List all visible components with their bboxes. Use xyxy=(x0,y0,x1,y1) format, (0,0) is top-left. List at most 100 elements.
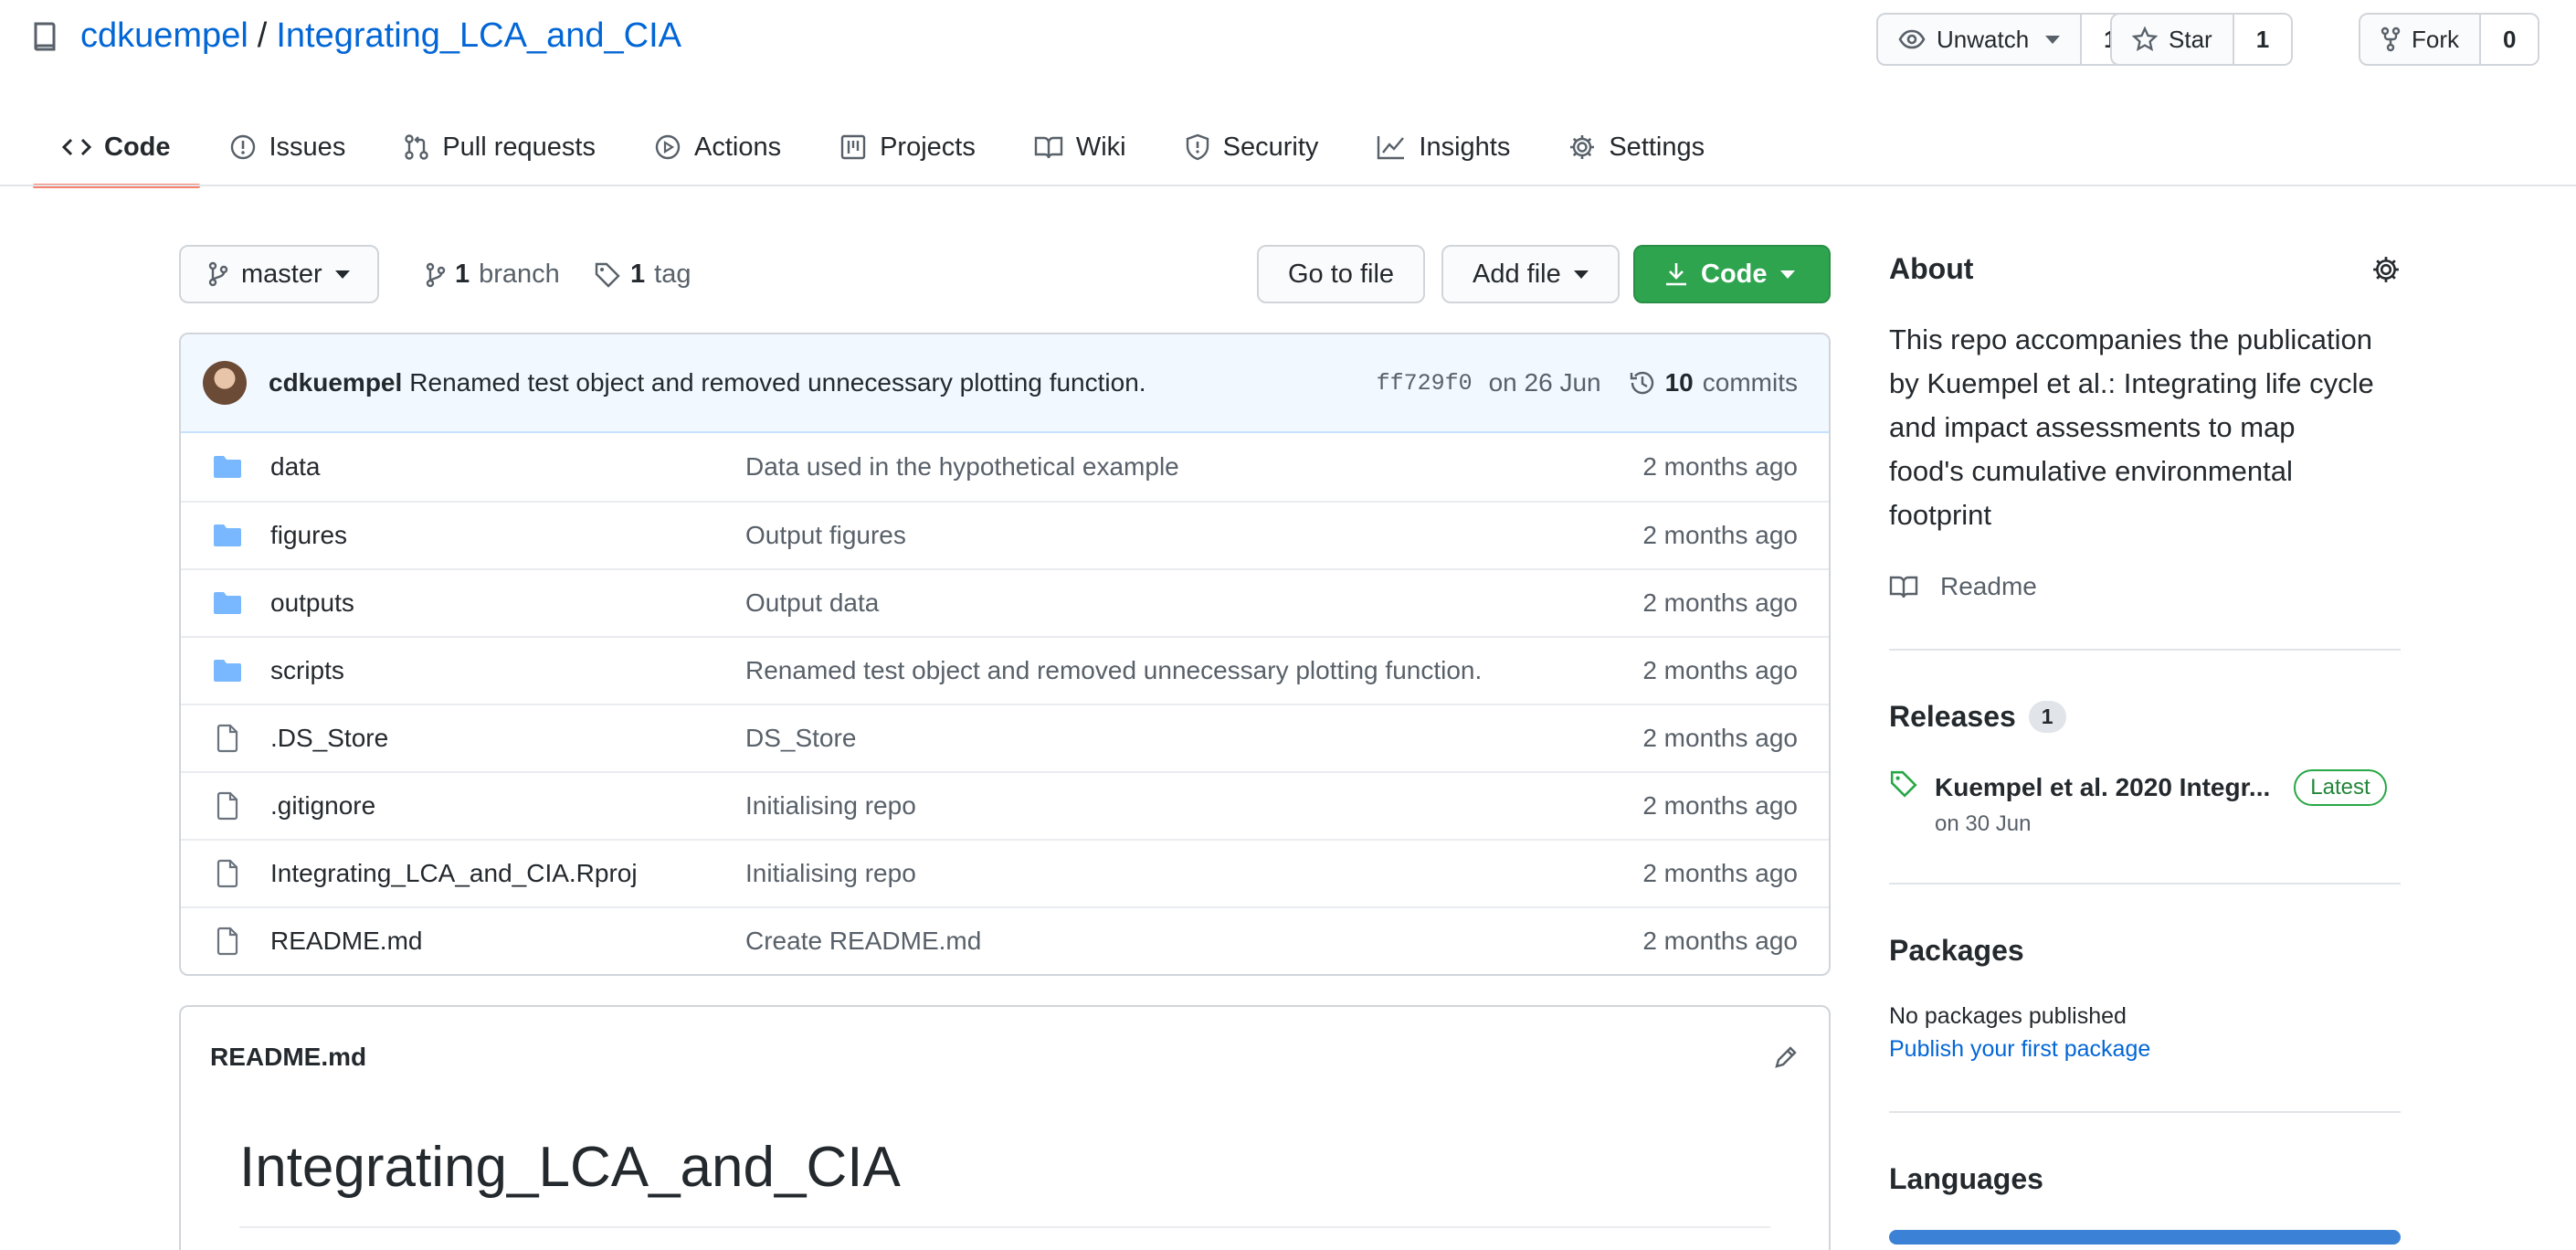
file-name[interactable]: .gitignore xyxy=(270,791,745,821)
file-age: 2 months ago xyxy=(1642,656,1798,684)
branches-link[interactable]: 1 branch xyxy=(426,260,560,290)
tab-pull-requests[interactable]: Pull requests xyxy=(375,106,625,188)
file-commit-message[interactable]: Create README.md xyxy=(745,927,1642,956)
go-to-file-button[interactable]: Go to file xyxy=(1257,245,1426,303)
tab-insights[interactable]: Insights xyxy=(1347,106,1539,188)
file-commit-message[interactable]: Initialising repo xyxy=(745,791,1642,821)
commit-sha[interactable]: ff729f0 xyxy=(1377,370,1473,397)
download-icon xyxy=(1664,261,1688,287)
file-commit-message[interactable]: Output figures xyxy=(745,521,1642,550)
repo-name-link[interactable]: Integrating_LCA_and_CIA xyxy=(276,16,681,56)
pencil-icon[interactable] xyxy=(1772,1043,1800,1071)
commit-count-label: commits xyxy=(1702,368,1798,397)
file-age: 2 months ago xyxy=(1642,927,1798,955)
readme-filename: README.md xyxy=(210,1043,367,1071)
commit-message[interactable]: Renamed test object and removed unnecess… xyxy=(409,368,1145,397)
eye-icon xyxy=(1898,29,1926,49)
tags-link[interactable]: 1 tag xyxy=(594,260,691,290)
branch-icon xyxy=(426,262,446,288)
unwatch-label: Unwatch xyxy=(1937,25,2030,53)
packages-empty: No packages published xyxy=(1889,1003,2127,1029)
commits-link[interactable]: 10 commits xyxy=(1629,368,1798,397)
releases-header[interactable]: Releases 1 xyxy=(1889,700,2401,734)
sidebar-divider xyxy=(1889,1111,2401,1113)
commit-author[interactable]: cdkuempel xyxy=(269,368,402,397)
about-title: About xyxy=(1889,252,1974,285)
readme-link[interactable]: Readme xyxy=(1889,572,2037,601)
stars-count[interactable]: 1 xyxy=(2232,15,2292,64)
file-commit-message[interactable]: Data used in the hypothetical example xyxy=(745,452,1642,482)
tab-projects[interactable]: Projects xyxy=(810,106,1005,188)
tab-actions-label: Actions xyxy=(693,132,782,162)
file-name[interactable]: data xyxy=(270,452,745,482)
tab-security[interactable]: Security xyxy=(1156,106,1348,188)
packages-header[interactable]: Packages xyxy=(1889,934,2401,968)
file-row[interactable]: scripts Renamed test object and removed u… xyxy=(181,636,1829,704)
file-row[interactable]: figures Output figures 2 months ago xyxy=(181,501,1829,568)
file-commit-message[interactable]: Renamed test object and removed unnecess… xyxy=(745,656,1642,685)
readme-divider xyxy=(239,1226,1770,1228)
tab-wiki[interactable]: Wiki xyxy=(1005,106,1156,188)
file-name[interactable]: scripts xyxy=(270,656,745,685)
file-row[interactable]: outputs Output data 2 months ago xyxy=(181,568,1829,636)
add-file-button[interactable]: Add file xyxy=(1441,245,1620,303)
file-commit-message[interactable]: Initialising repo xyxy=(745,859,1642,888)
file-row[interactable]: data Data used in the hypothetical exampl… xyxy=(181,433,1829,501)
file-name[interactable]: outputs xyxy=(270,588,745,618)
chevron-down-icon xyxy=(1573,270,1589,279)
file-commit-message[interactable]: DS_Store xyxy=(745,724,1642,753)
repo-owner-link[interactable]: cdkuempel xyxy=(80,16,248,56)
file-name[interactable]: figures xyxy=(270,521,745,550)
repo-nav: Code Issues Pull requests Actions Projec… xyxy=(33,106,1734,188)
commit-date: on 26 Jun xyxy=(1488,368,1601,397)
file-row[interactable]: .DS_Store DS_Store 2 months ago xyxy=(181,704,1829,771)
tab-settings-label: Settings xyxy=(1609,132,1705,162)
about-line: food's cumulative environmental xyxy=(1889,455,2293,487)
tab-actions[interactable]: Actions xyxy=(625,106,810,188)
forks-count[interactable]: 0 xyxy=(2479,15,2539,64)
file-row[interactable]: README.md Create README.md 2 months ago xyxy=(181,906,1829,974)
latest-commit-bar: cdkuempel Renamed test object and remove… xyxy=(181,334,1829,433)
tab-code-label: Code xyxy=(104,132,171,162)
language-bar[interactable] xyxy=(1889,1230,2401,1245)
about-line: and impact assessments to map xyxy=(1889,411,2296,443)
star-button[interactable]: Star xyxy=(2112,15,2233,64)
file-age: 2 months ago xyxy=(1642,521,1798,549)
file-row[interactable]: .gitignore Initialising repo 2 months ago xyxy=(181,771,1829,839)
file-commit-message[interactable]: Output data xyxy=(745,588,1642,618)
tab-settings[interactable]: Settings xyxy=(1539,106,1734,188)
file-name[interactable]: .DS_Store xyxy=(270,724,745,753)
tab-code[interactable]: Code xyxy=(33,106,200,188)
release-item[interactable]: Kuempel et al. 2020 Integr... Latest on … xyxy=(1889,769,2387,837)
repo-separator: / xyxy=(257,16,268,55)
publish-package-link[interactable]: Publish your first package xyxy=(1889,1036,2150,1063)
add-file-label: Add file xyxy=(1473,259,1561,289)
releases-count: 1 xyxy=(2028,701,2066,733)
release-name[interactable]: Kuempel et al. 2020 Integr... xyxy=(1935,773,2270,802)
tag-icon xyxy=(594,261,621,289)
file-row[interactable]: Integrating_LCA_and_CIA.Rproj Initialisin… xyxy=(181,839,1829,906)
branch-count-label: branch xyxy=(479,260,560,289)
watch-group: Unwatch 1 xyxy=(1876,13,2141,66)
languages-title: Languages xyxy=(1889,1162,2043,1195)
file-icon xyxy=(212,791,243,821)
gear-icon[interactable] xyxy=(2371,255,2401,284)
star-group: Star 1 xyxy=(2110,13,2294,66)
tag-count-label: tag xyxy=(654,260,692,289)
tab-issues[interactable]: Issues xyxy=(200,106,375,188)
file-age: 2 months ago xyxy=(1642,859,1798,887)
about-description: This repo accompanies the publication by… xyxy=(1889,318,2401,537)
fork-button[interactable]: Fork xyxy=(2360,15,2479,64)
about-line: by Kuempel et al.: Integrating life cycl… xyxy=(1889,367,2374,399)
nav-divider xyxy=(0,185,2576,186)
file-name[interactable]: Integrating_LCA_and_CIA.Rproj xyxy=(270,859,745,888)
avatar[interactable] xyxy=(203,361,247,405)
file-name[interactable]: README.md xyxy=(270,927,745,956)
branch-select[interactable]: master xyxy=(179,245,379,303)
folder-icon xyxy=(212,523,243,548)
file-age: 2 months ago xyxy=(1642,791,1798,820)
star-label: Star xyxy=(2169,25,2212,53)
go-to-file-label: Go to file xyxy=(1288,259,1395,289)
code-button[interactable]: Code xyxy=(1633,245,1831,303)
unwatch-button[interactable]: Unwatch xyxy=(1878,15,2080,64)
